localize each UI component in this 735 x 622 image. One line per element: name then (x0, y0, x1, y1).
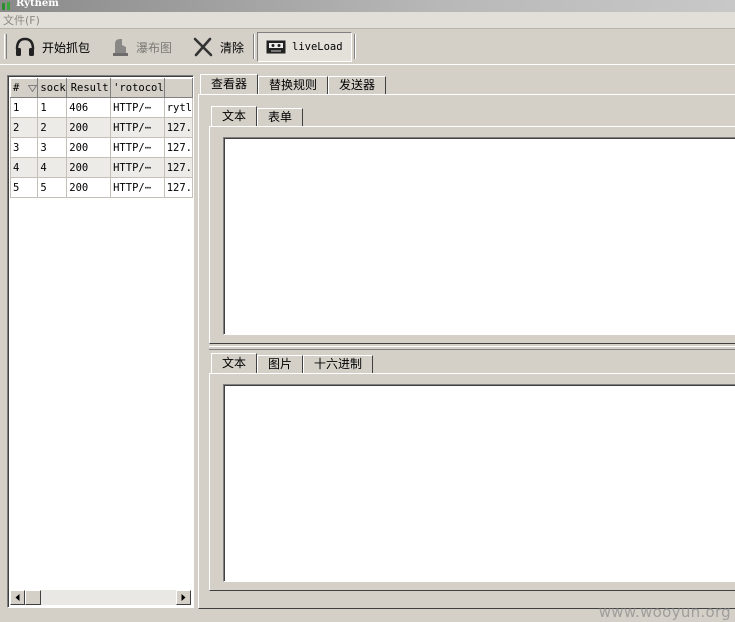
cell-sock: 3 (37, 137, 68, 158)
watermark: www.wooyun.org (598, 603, 731, 621)
menu-file[interactable]: 文件(F) (3, 12, 40, 28)
headphones-icon (15, 37, 35, 56)
cell-protocol: HTTP/⋯ (110, 157, 165, 178)
toolbar-separator (354, 34, 356, 59)
arrow-right-icon (181, 594, 186, 601)
cell-protocol: HTTP/⋯ (110, 117, 165, 138)
tab-viewer[interactable]: 查看器 (200, 74, 259, 94)
cell-index: 1 (9, 97, 39, 118)
request-text-area[interactable] (223, 137, 735, 335)
app-icon (2, 2, 10, 10)
cell-result: 200 (66, 157, 112, 178)
toolbar: 开始抓包 瀑布图 清除 liveLoad (0, 29, 735, 65)
cell-protocol: HTTP/⋯ (110, 97, 165, 118)
column-header-result[interactable]: Result (66, 78, 112, 98)
request-tab-body (209, 126, 735, 344)
tab-response-text[interactable]: 文本 (211, 353, 258, 373)
cell-host: rytl (163, 97, 194, 118)
table-row[interactable]: 2 2 200 HTTP/⋯ 127. (9, 117, 194, 138)
tab-sender[interactable]: 发送器 (328, 76, 387, 94)
window-title: Rythem (16, 0, 59, 9)
tab-replace-rules[interactable]: 替换规则 (258, 76, 329, 94)
cell-protocol: HTTP/⋯ (110, 177, 165, 198)
response-text-area[interactable] (223, 384, 735, 582)
cell-index: 4 (9, 157, 39, 178)
cell-index: 3 (9, 137, 39, 158)
waterfall-label: 瀑布图 (136, 40, 173, 55)
cell-sock: 4 (37, 157, 68, 178)
liveload-label: liveLoad (292, 41, 343, 53)
pane-splitter[interactable] (209, 346, 735, 350)
column-header-index[interactable]: # (9, 78, 39, 98)
table-row[interactable]: 1 1 406 HTTP/⋯ rytl (9, 97, 194, 118)
main-tab-bar: 查看器 替换规则 发送器 (200, 74, 387, 94)
start-capture-button[interactable]: 开始抓包 (14, 32, 90, 62)
request-tab-bar: 文本 表单 (211, 106, 304, 126)
cell-host: 127. (163, 117, 194, 138)
scroll-left-button[interactable] (10, 590, 25, 605)
toolbar-separator (253, 34, 255, 59)
session-table: # sock Result 'rotocol 1 1 406 HTTP/⋯ ry… (9, 78, 194, 198)
session-list[interactable]: # sock Result 'rotocol 1 1 406 HTTP/⋯ ry… (7, 75, 194, 608)
cell-result: 406 (66, 97, 112, 118)
scroll-thumb[interactable] (25, 590, 41, 605)
scroll-right-button[interactable] (176, 590, 191, 605)
response-tab-body (209, 373, 735, 591)
cell-sock: 5 (37, 177, 68, 198)
cell-host: 127. (163, 157, 194, 178)
cell-index: 5 (9, 177, 39, 198)
table-row[interactable]: 4 4 200 HTTP/⋯ 127. (9, 157, 194, 178)
cell-host: 127. (163, 177, 194, 198)
liveload-button[interactable]: liveLoad (257, 32, 352, 62)
horizontal-scrollbar[interactable] (10, 590, 191, 605)
clear-label: 清除 (220, 40, 245, 55)
table-header-row: # sock Result 'rotocol (9, 78, 194, 98)
column-header-protocol[interactable]: 'rotocol (110, 78, 165, 98)
viewer-tab-body: 文本 表单 文本 图片 十六进制 (198, 94, 735, 609)
title-bar: Rythem (0, 0, 735, 12)
tab-request-form[interactable]: 表单 (257, 108, 304, 126)
waterfall-button[interactable]: 瀑布图 (110, 32, 172, 62)
cell-result: 200 (66, 137, 112, 158)
clear-button[interactable]: 清除 (192, 32, 244, 62)
column-header-sock[interactable]: sock (37, 78, 68, 98)
cell-result: 200 (66, 117, 112, 138)
cell-sock: 1 (37, 97, 68, 118)
cell-sock: 2 (37, 117, 68, 138)
waterfall-icon (113, 39, 128, 56)
tab-response-image[interactable]: 图片 (257, 355, 304, 373)
table-row[interactable]: 5 5 200 HTTP/⋯ 127. (9, 177, 194, 198)
menu-bar: 文件(F) (0, 12, 735, 29)
arrow-left-icon (15, 594, 20, 601)
tab-request-text[interactable]: 文本 (211, 106, 258, 126)
sort-desc-icon (27, 84, 37, 92)
cell-host: 127. (163, 137, 194, 158)
toolbar-grip[interactable] (4, 34, 7, 59)
cell-result: 200 (66, 177, 112, 198)
tab-response-hex[interactable]: 十六进制 (303, 355, 374, 373)
response-tab-bar: 文本 图片 十六进制 (211, 353, 374, 373)
table-row[interactable]: 3 3 200 HTTP/⋯ 127. (9, 137, 194, 158)
cell-protocol: HTTP/⋯ (110, 137, 165, 158)
inspector-panel: 查看器 替换规则 发送器 文本 表单 文本 图片 十六进制 (198, 74, 735, 609)
cell-index: 2 (9, 117, 39, 138)
cassette-icon (266, 40, 286, 54)
start-capture-label: 开始抓包 (42, 40, 91, 55)
clear-x-icon (193, 37, 213, 57)
column-header-host[interactable] (163, 78, 194, 98)
